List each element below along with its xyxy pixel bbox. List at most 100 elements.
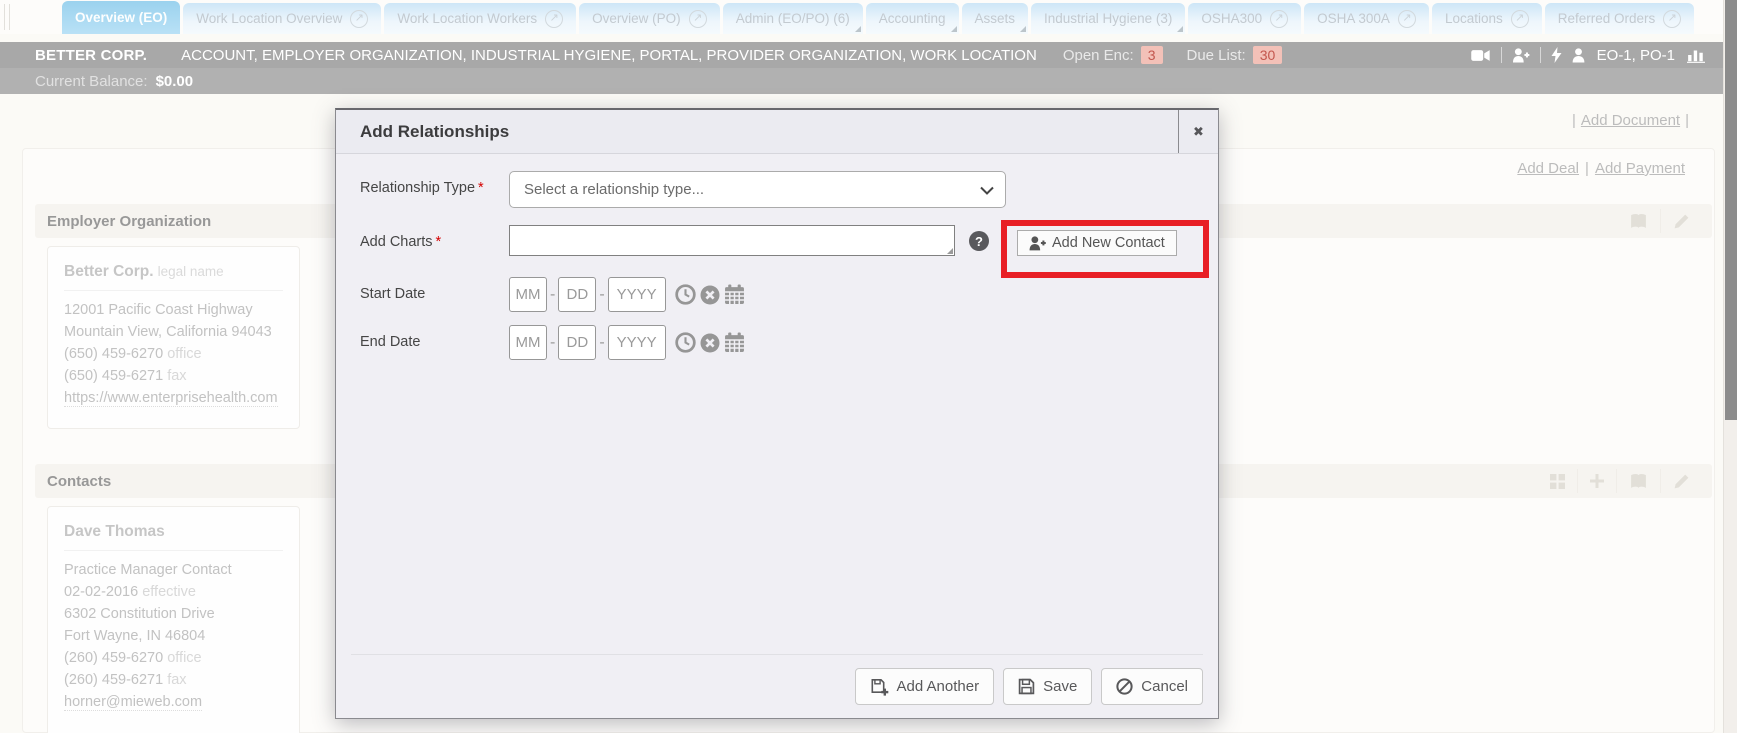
scrollbar-thumb[interactable] [1725,0,1737,420]
add-document-link[interactable]: Add Document [1581,112,1680,129]
office-label: office [167,650,201,666]
tab-bar: Overview (EO) Work Location Overview ↗ W… [0,0,1723,34]
clear-date-icon[interactable] [700,285,720,305]
due-list-label: Due List: [1187,47,1246,64]
log-book-icon[interactable] [1616,469,1660,493]
resize-grip-icon[interactable] [947,248,953,254]
date-separator: - [550,334,555,352]
start-date-month-input[interactable]: MM [509,277,547,312]
clock-icon[interactable] [675,284,696,305]
add-plus-icon[interactable] [1577,469,1616,493]
add-charts-row: Add Charts* ? Add New Contact [360,225,1194,256]
external-link-icon: ↗ [545,10,563,28]
tab-label: Work Location Workers [397,11,537,26]
help-icon[interactable]: ? [969,231,989,251]
tab-industrial-hygiene[interactable]: Industrial Hygiene (3) [1031,3,1185,34]
tab-admin-eo-po[interactable]: Admin (EO/PO) (6) [723,3,863,34]
balance-bar: Current Balance: $0.00 [0,68,1723,94]
employer-address-line1: 12001 Pacific Coast Highway [64,299,283,321]
button-label: Save [1043,678,1077,695]
add-new-contact-button[interactable]: Add New Contact [1017,230,1177,256]
pipe: | [1572,112,1576,129]
annotation-highlight-box: Add New Contact [1001,220,1209,278]
add-deal-link[interactable]: Add Deal [1517,160,1579,177]
tab-osha-300a[interactable]: OSHA 300A ↗ [1304,3,1429,34]
calendar-icon[interactable] [724,284,745,305]
relationship-type-select[interactable]: Select a relationship type... [509,171,1006,208]
end-date-year-input[interactable]: YYYY [608,325,666,360]
divider [64,550,283,551]
date-separator: - [599,286,604,304]
grid-view-icon[interactable] [1538,469,1577,493]
add-charts-input[interactable] [509,225,955,256]
external-link-icon: ↗ [689,10,707,28]
tab-label: Overview (EO) [75,10,167,25]
tab-osha300[interactable]: OSHA300 ↗ [1188,3,1301,34]
log-book-icon[interactable] [1617,209,1660,233]
user-add-icon[interactable] [1512,48,1530,63]
tab-overview-eo[interactable]: Overview (EO) [62,1,180,34]
cancel-button[interactable]: Cancel [1101,668,1203,705]
save-button[interactable]: Save [1003,668,1092,705]
org-name: BETTER CORP. [35,47,147,64]
bar-chart-icon[interactable] [1687,47,1705,63]
tab-assets[interactable]: Assets [962,3,1029,34]
tab-locations[interactable]: Locations ↗ [1432,3,1542,34]
employer-fax-phone: (650) 459-6271 [64,368,163,384]
open-enc-badge[interactable]: 3 [1141,46,1163,64]
contact-address-line2: Fort Wayne, IN 46804 [64,625,283,647]
calendar-icon[interactable] [724,332,745,353]
external-link-icon: ↗ [1663,10,1681,28]
relationship-type-label: Relationship Type* [360,171,509,196]
vertical-scrollbar[interactable] [1723,0,1737,733]
clock-icon[interactable] [675,332,696,353]
video-camera-icon[interactable] [1471,49,1491,62]
edit-pencil-icon[interactable] [1660,469,1702,493]
contact-name: Dave Thomas [64,523,165,540]
required-marker: * [436,234,442,250]
start-date-row: Start Date MM - DD - YYYY [360,277,1194,312]
label-text: Relationship Type [360,180,475,196]
start-date-label: Start Date [360,277,509,302]
tab-referred-orders[interactable]: Referred Orders ↗ [1545,3,1695,34]
contact-card: Dave Thomas Practice Manager Contact 02-… [47,506,300,733]
user-icon[interactable] [1572,48,1585,63]
tab-accounting[interactable]: Accounting [866,3,959,34]
start-date-year-input[interactable]: YYYY [608,277,666,312]
tab-label: Accounting [879,11,946,26]
contact-address-line1: 6302 Constitution Drive [64,603,283,625]
add-another-button[interactable]: Add Another [855,668,995,705]
end-date-inputs: MM - DD - YYYY [509,325,745,360]
contact-fax-phone: (260) 459-6271 [64,672,163,688]
button-label: Add Another [897,678,980,695]
clear-date-icon[interactable] [700,333,720,353]
tab-work-location-workers[interactable]: Work Location Workers ↗ [384,3,576,34]
divider [64,290,283,291]
end-date-month-input[interactable]: MM [509,325,547,360]
payment-links: Add Deal | Add Payment [1517,160,1685,177]
contact-email-link[interactable]: horner@mieweb.com [64,694,202,711]
add-charts-label: Add Charts* [360,225,509,250]
modal-header: Add Relationships ✖ [336,110,1218,154]
lightning-icon[interactable] [1551,47,1562,63]
tab-work-location-overview[interactable]: Work Location Overview ↗ [183,3,381,34]
end-date-day-input[interactable]: DD [558,325,596,360]
relationship-type-row: Relationship Type* Select a relationship… [360,171,1194,208]
external-link-icon: ↗ [1270,10,1288,28]
legal-name-label: legal name [158,264,224,279]
due-list-badge[interactable]: 30 [1253,46,1283,64]
tab-overview-po[interactable]: Overview (PO) ↗ [579,3,720,34]
label-text: Add Charts [360,234,433,250]
add-payment-link[interactable]: Add Payment [1595,160,1685,177]
external-link-icon: ↗ [350,10,368,28]
user-add-icon [1029,236,1046,251]
start-date-inputs: MM - DD - YYYY [509,277,745,312]
context-label: EO-1, PO-1 [1597,47,1675,64]
start-date-day-input[interactable]: DD [558,277,596,312]
employer-office-phone: (650) 459-6270 [64,346,163,362]
close-icon[interactable]: ✖ [1178,110,1218,153]
edit-pencil-icon[interactable] [1660,209,1702,233]
employer-name: Better Corp. [64,263,154,280]
employer-website-link[interactable]: https://www.enterprisehealth.com [64,390,278,407]
org-categories: ACCOUNT, EMPLOYER ORGANIZATION, INDUSTRI… [181,47,1037,64]
